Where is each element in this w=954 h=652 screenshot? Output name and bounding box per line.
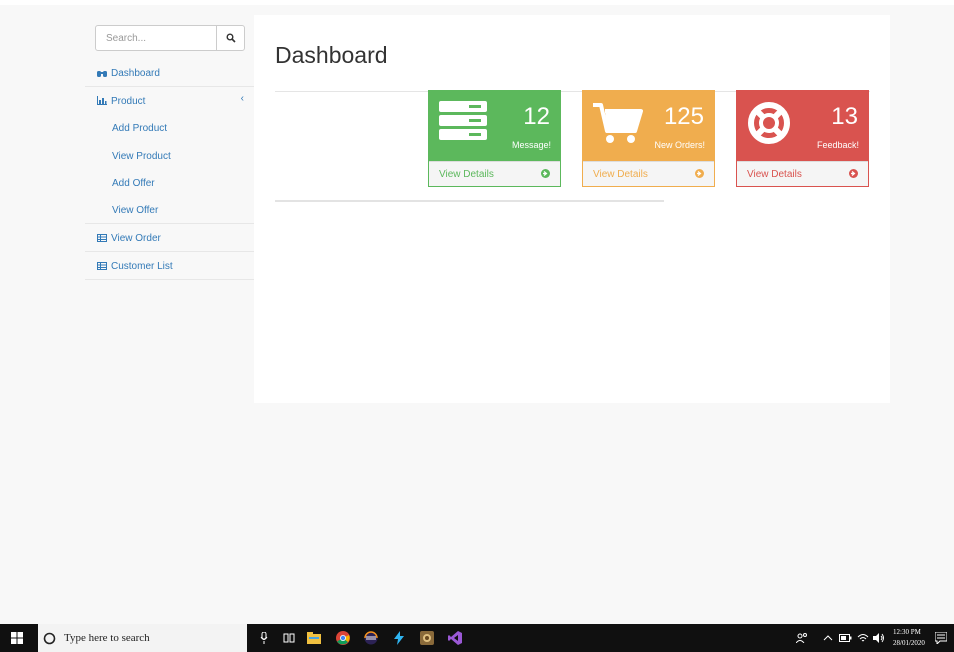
lightning-app-icon[interactable] (390, 629, 408, 647)
bar-chart-icon (97, 96, 107, 105)
microphone-icon[interactable] (258, 631, 270, 645)
windows-logo-icon (11, 632, 23, 644)
task-view-icon[interactable] (282, 631, 296, 645)
order-count: 125 (663, 103, 704, 130)
battery-icon[interactable] (838, 631, 852, 645)
top-strip (0, 0, 954, 5)
search-box (95, 25, 245, 51)
panel-label: New Orders! (654, 140, 705, 150)
sidebar-item-product[interactable]: Product ‹ Add Product View Product Add O… (85, 87, 254, 224)
file-explorer-icon[interactable] (305, 629, 323, 647)
sidebar-subitem-view-product[interactable]: View Product (112, 151, 171, 162)
search-button[interactable] (216, 26, 244, 50)
sidebar-item-label: Product (111, 96, 146, 107)
sidebar-item-view-order[interactable]: View Order (85, 225, 254, 252)
people-icon[interactable] (795, 631, 809, 645)
sidebar-item-label: Customer List (111, 260, 173, 272)
cart-icon (593, 103, 643, 143)
panel-feedback: 13 Feedback! View Details (736, 90, 869, 187)
chevron-up-icon[interactable] (822, 631, 834, 645)
notification-icon[interactable] (934, 631, 948, 645)
page-title: Dashboard (275, 42, 388, 68)
sidebar-item-label: Dashboard (111, 67, 160, 79)
panel-heading: 125 New Orders! (583, 91, 714, 161)
xampp-icon[interactable] (418, 629, 436, 647)
dashboard-icon (97, 69, 107, 78)
message-count: 12 (523, 103, 550, 130)
sidebar: Dashboard Product ‹ Add Product View Pro… (85, 15, 254, 282)
sidebar-subitem-add-product[interactable]: Add Product (112, 123, 167, 134)
panel-messages: 12 Message! View Details (428, 90, 561, 187)
feedback-count: 13 (831, 103, 858, 130)
arrow-circle-right-icon (541, 169, 550, 178)
main-content: Dashboard 12 Message! View Details 125 N… (254, 15, 890, 403)
taskbar-search-text: Type here to search (64, 632, 150, 644)
windows-start-button[interactable] (10, 631, 24, 645)
sidebar-item-label: View Order (111, 232, 161, 244)
view-details-label: View Details (439, 169, 494, 180)
panel-label: Feedback! (816, 140, 859, 150)
volume-icon[interactable] (872, 631, 886, 645)
sidebar-subitem-add-offer[interactable]: Add Offer (112, 178, 155, 189)
taskbar-search-box[interactable]: Type here to search (38, 624, 247, 652)
view-details-link[interactable]: View Details (737, 161, 868, 186)
panel-orders: 125 New Orders! View Details (582, 90, 715, 187)
panel-label: Message! (511, 140, 551, 150)
panel-heading: 12 Message! (429, 91, 560, 161)
sidebar-item-customer-list[interactable]: Customer List (85, 253, 254, 280)
eclipse-icon[interactable] (362, 629, 380, 647)
sidebar-subitem-view-offer[interactable]: View Offer (112, 205, 158, 216)
lifebuoy-icon (748, 102, 790, 144)
view-details-link[interactable]: View Details (583, 161, 714, 186)
server-icon (439, 101, 487, 140)
sidebar-item-dashboard[interactable]: Dashboard (85, 60, 254, 87)
search-input[interactable] (96, 26, 226, 50)
chevron-left-icon[interactable]: ‹ (241, 93, 244, 104)
clock-time[interactable]: 12:30 PM (893, 628, 921, 636)
arrow-circle-right-icon (695, 169, 704, 178)
view-details-label: View Details (593, 169, 648, 180)
table-icon (97, 262, 107, 270)
taskbar: Type here to search 12:30 PM 28/01/2020 (0, 624, 954, 652)
panel-heading: 13 Feedback! (737, 91, 868, 161)
view-details-link[interactable]: View Details (429, 161, 560, 186)
content-divider (275, 200, 664, 202)
cortana-icon (43, 632, 56, 644)
view-details-label: View Details (747, 169, 802, 180)
search-icon (226, 33, 236, 43)
chrome-icon[interactable] (334, 629, 352, 647)
wifi-icon[interactable] (856, 631, 870, 645)
table-icon (97, 234, 107, 242)
visual-studio-icon[interactable] (446, 629, 464, 647)
clock-date[interactable]: 28/01/2020 (893, 639, 925, 647)
arrow-circle-right-icon (849, 169, 858, 178)
